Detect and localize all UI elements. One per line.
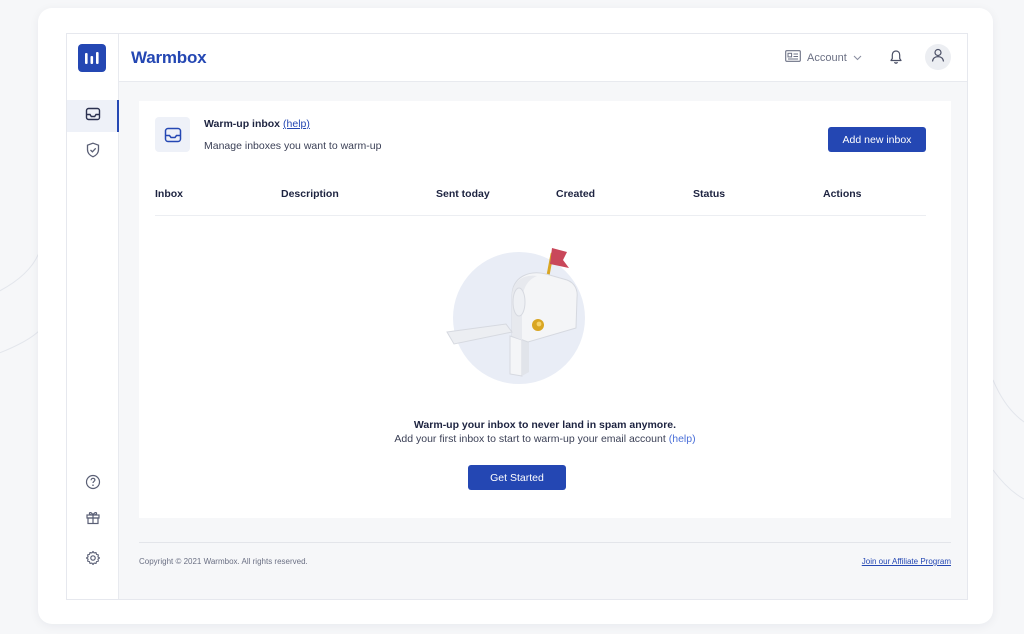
add-new-inbox-button[interactable]: Add new inbox [828, 127, 926, 152]
column-header-actions: Actions [823, 188, 862, 200]
panel-inbox-icon [155, 117, 190, 152]
column-header-inbox: Inbox [155, 188, 183, 200]
get-started-button[interactable]: Get Started [468, 465, 566, 490]
sidebar [67, 34, 119, 599]
table-header-divider [155, 215, 926, 216]
column-header-status: Status [693, 188, 726, 200]
account-menu[interactable]: Account [785, 50, 862, 65]
avatar[interactable] [925, 44, 951, 70]
brand-name[interactable]: Warmbox [131, 48, 207, 68]
account-label: Account [807, 51, 847, 64]
gift-icon [85, 509, 101, 530]
empty-state-subtitle: Add your first inbox to start to warm-up… [139, 433, 951, 445]
warmup-inbox-panel: Warm-up inbox (help) Manage inboxes you w… [139, 101, 951, 518]
page-subtitle: Manage inboxes you want to warm-up [204, 140, 382, 152]
chevron-down-icon [853, 52, 862, 64]
sidebar-item-security[interactable] [67, 136, 118, 168]
user-icon [931, 48, 945, 67]
main-content: Warm-up inbox (help) Manage inboxes you w… [119, 82, 967, 599]
help-link[interactable]: (help) [283, 118, 310, 130]
mailbox-illustration [446, 248, 585, 384]
affiliate-program-link[interactable]: Join our Affiliate Program [862, 557, 951, 566]
footer-divider [139, 542, 951, 543]
inbox-icon [85, 107, 101, 126]
page-title-text: Warm-up inbox [204, 118, 281, 130]
sidebar-item-help[interactable] [67, 468, 118, 500]
sidebar-item-gifts[interactable] [67, 503, 118, 535]
help-circle-icon [85, 474, 101, 495]
copyright-text: Copyright © 2021 Warmbox. All rights res… [139, 557, 308, 566]
bell-icon[interactable] [889, 49, 903, 70]
column-header-created: Created [556, 188, 596, 200]
sidebar-item-settings[interactable] [67, 544, 118, 576]
column-header-description: Description [281, 188, 339, 200]
shield-check-icon [86, 142, 100, 163]
column-header-sent-today: Sent today [436, 188, 490, 200]
account-card-icon [785, 50, 801, 65]
sidebar-item-inboxes[interactable] [67, 100, 119, 132]
empty-state-title: Warm-up your inbox to never land in spam… [413, 419, 677, 431]
app-window: Warmbox Account Warm-up inbox (help) Man… [66, 33, 968, 600]
gear-icon [85, 550, 101, 571]
empty-state-text: Add your first inbox to start to warm-up… [394, 433, 666, 445]
empty-state-help-link[interactable]: (help) [669, 433, 696, 445]
top-bar: Warmbox Account [119, 34, 967, 82]
warmbox-logo-icon[interactable] [78, 44, 106, 72]
page-title: Warm-up inbox (help) [204, 118, 310, 130]
